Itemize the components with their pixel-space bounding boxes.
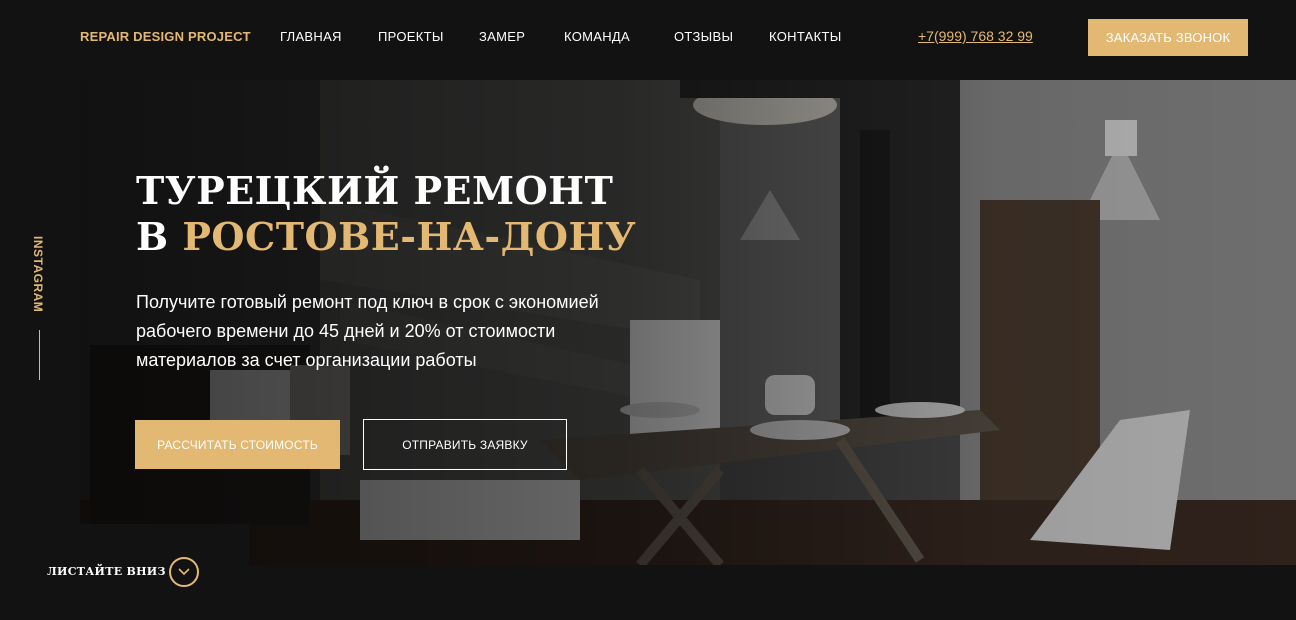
main-nav: ГЛАВНАЯ ПРОЕКТЫ ЗАМЕР КОМАНДА ОТЗЫВЫ КОН… (280, 29, 841, 44)
nav-item-team[interactable]: КОМАНДА (564, 29, 674, 44)
nav-item-contacts[interactable]: КОНТАКТЫ (769, 29, 841, 44)
nav-item-home[interactable]: ГЛАВНАЯ (280, 29, 378, 44)
phone-link[interactable]: +7(999) 768 32 99 (918, 28, 1033, 44)
hero-subtitle: Получите готовый ремонт под ключ в срок … (136, 292, 599, 370)
send-request-button[interactable]: ОТПРАВИТЬ ЗАЯВКУ (363, 419, 567, 470)
nav-item-reviews[interactable]: ОТЗЫВЫ (674, 29, 769, 44)
nav-item-projects[interactable]: ПРОЕКТЫ (378, 29, 479, 44)
hero-title-city: РОСТОВЕ-НА-ДОНУ (182, 214, 637, 259)
scroll-down-label: ЛИСТАЙТЕ ВНИЗ (47, 565, 166, 578)
page: REPAIR DESIGN PROJECT ГЛАВНАЯ ПРОЕКТЫ ЗА… (0, 0, 1296, 620)
hero-title: ТУРЕЦКИЙ РЕМОНТ В РОСТОВЕ-НА-ДОНУ (136, 168, 636, 260)
nav-item-measure[interactable]: ЗАМЕР (479, 29, 564, 44)
instagram-link[interactable]: INSTAGRAM (31, 236, 45, 312)
order-call-button[interactable]: ЗАКАЗАТЬ ЗВОНОК (1088, 19, 1248, 56)
instagram-divider (39, 330, 40, 380)
scroll-down-button[interactable] (169, 557, 199, 587)
calculate-cost-button[interactable]: РАССЧИТАТЬ СТОИМОСТЬ (135, 420, 340, 469)
logo[interactable]: REPAIR DESIGN PROJECT (80, 29, 251, 44)
hero-title-line1: ТУРЕЦКИЙ РЕМОНТ (136, 168, 614, 213)
chevron-down-icon (178, 568, 190, 576)
hero-title-line2-prefix: В (136, 214, 183, 259)
